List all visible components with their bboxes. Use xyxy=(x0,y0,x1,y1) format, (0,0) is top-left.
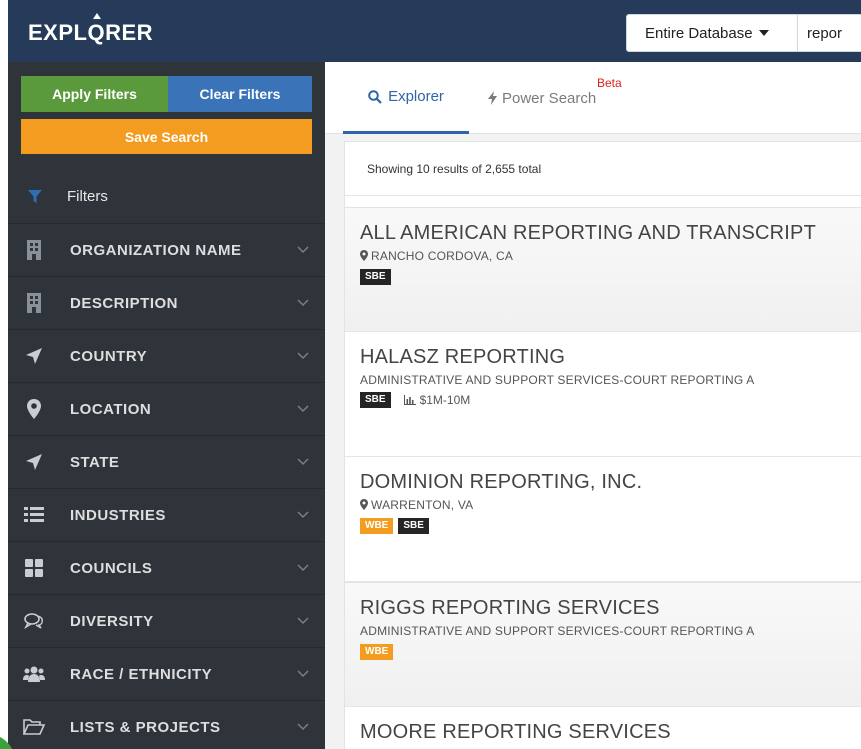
filter-race-ethnicity[interactable]: RACE / ETHNICITY xyxy=(8,648,325,701)
apply-filters-button[interactable]: Apply Filters xyxy=(21,76,168,112)
sbe-badge: SBE xyxy=(398,518,429,534)
green-leaf-icon xyxy=(0,737,12,749)
filter-label: INDUSTRIES xyxy=(70,506,166,524)
top-bar: EXPLQRER Entire Database xyxy=(8,0,861,62)
bolt-icon xyxy=(488,91,497,105)
clear-filters-button[interactable]: Clear Filters xyxy=(168,76,312,112)
building-icon xyxy=(22,239,46,261)
result-card[interactable]: RIGGS REPORTING SERVICES ADMINISTRATIVE … xyxy=(345,582,861,707)
chevron-down-icon xyxy=(297,564,309,572)
filter-label: RACE / ETHNICITY xyxy=(70,665,213,683)
tab-explorer[interactable]: Explorer xyxy=(343,62,469,134)
filter-label: ORGANIZATION NAME xyxy=(70,241,242,259)
tab-power-search-label: Power Search xyxy=(502,89,597,107)
bar-chart-icon xyxy=(403,395,416,405)
main-content: Explorer Power Search Beta Showing 10 re… xyxy=(325,62,861,749)
grid-icon xyxy=(22,557,46,579)
filter-lists-projects[interactable]: LISTS & PROJECTS xyxy=(8,701,325,749)
result-card[interactable]: MOORE REPORTING SERVICES xyxy=(345,707,861,749)
chevron-down-icon xyxy=(297,723,309,731)
filter-label: LOCATION xyxy=(70,400,152,418)
result-location: RANCHO CORDOVA, CA xyxy=(360,249,513,263)
filter-state[interactable]: STATE xyxy=(8,436,325,489)
result-tags: SBE xyxy=(360,269,396,285)
save-search-button[interactable]: Save Search xyxy=(21,119,312,154)
result-location-text: WARRENTON, VA xyxy=(371,498,474,512)
result-card[interactable]: DOMINION REPORTING, INC. WARRENTON, VA W… xyxy=(345,457,861,582)
location-arrow-icon xyxy=(22,451,46,473)
chevron-down-icon xyxy=(297,246,309,254)
result-description: ADMINISTRATIVE AND SUPPORT SERVICES-COUR… xyxy=(360,373,755,387)
sbe-badge: SBE xyxy=(360,392,391,408)
comments-icon xyxy=(22,610,46,632)
chevron-down-icon xyxy=(297,458,309,466)
filter-label: STATE xyxy=(70,453,120,471)
chevron-down-icon xyxy=(297,511,309,519)
database-select[interactable]: Entire Database xyxy=(626,14,798,52)
map-marker-icon xyxy=(22,398,46,420)
filters-label: Filters xyxy=(67,188,108,205)
result-description: ADMINISTRATIVE AND SUPPORT SERVICES-COUR… xyxy=(360,624,755,638)
revenue-text: $1M-10M xyxy=(419,393,471,407)
chevron-down-icon xyxy=(297,670,309,678)
result-location-text: RANCHO CORDOVA, CA xyxy=(371,249,514,263)
tab-power-search[interactable]: Power Search xyxy=(488,62,596,134)
results-summary: Showing 10 results of 2,655 total xyxy=(345,142,861,196)
wbe-badge: WBE xyxy=(360,518,394,534)
chevron-down-icon xyxy=(297,405,309,413)
sbe-badge: SBE xyxy=(360,269,391,285)
result-location: WARRENTON, VA xyxy=(360,498,473,512)
wbe-badge: WBE xyxy=(360,644,394,660)
folder-open-icon xyxy=(22,716,46,738)
result-tags: WBE xyxy=(360,644,398,660)
list-icon xyxy=(22,504,46,526)
filter-location[interactable]: LOCATION xyxy=(8,383,325,436)
filter-icon xyxy=(28,189,42,203)
results-panel: Showing 10 results of 2,655 total ALL AM… xyxy=(344,141,861,749)
filter-label: DIVERSITY xyxy=(70,612,154,630)
search-input[interactable] xyxy=(798,14,861,52)
result-card[interactable]: HALASZ REPORTING ADMINISTRATIVE AND SUPP… xyxy=(345,332,861,457)
filter-label: COUNCILS xyxy=(70,559,153,577)
location-arrow-icon xyxy=(22,345,46,367)
caret-down-icon xyxy=(758,30,769,36)
filter-country[interactable]: COUNTRY xyxy=(8,330,325,383)
filter-menu: ORGANIZATION NAME DESCRIPTION COUNTRY LO… xyxy=(8,224,325,749)
filter-label: LISTS & PROJECTS xyxy=(70,718,221,736)
filter-label: DESCRIPTION xyxy=(70,294,179,312)
building-icon xyxy=(22,292,46,314)
filter-diversity[interactable]: DIVERSITY xyxy=(8,595,325,648)
filter-description[interactable]: DESCRIPTION xyxy=(8,277,325,330)
filter-sidebar: Apply Filters Clear Filters Save Search … xyxy=(8,62,325,749)
search-icon xyxy=(368,89,382,104)
result-name[interactable]: HALASZ REPORTING xyxy=(360,346,565,369)
tab-explorer-label: Explorer xyxy=(388,88,444,105)
filter-organization-name[interactable]: ORGANIZATION NAME xyxy=(8,224,325,277)
page-edge xyxy=(0,0,8,749)
result-name[interactable]: MOORE REPORTING SERVICES xyxy=(360,721,671,744)
explorer-logo[interactable]: EXPLQRER xyxy=(28,13,153,46)
result-card[interactable]: ALL AMERICAN REPORTING AND TRANSCRIPT RA… xyxy=(345,207,861,332)
result-name[interactable]: DOMINION REPORTING, INC. xyxy=(360,471,642,494)
users-icon xyxy=(22,663,46,685)
map-marker-icon xyxy=(360,499,368,510)
filter-label: COUNTRY xyxy=(70,347,148,365)
map-marker-icon xyxy=(360,250,368,261)
beta-badge: Beta xyxy=(597,76,622,90)
chevron-down-icon xyxy=(297,352,309,360)
filter-industries[interactable]: INDUSTRIES xyxy=(8,489,325,542)
filter-councils[interactable]: COUNCILS xyxy=(8,542,325,595)
result-name[interactable]: RIGGS REPORTING SERVICES xyxy=(360,597,660,620)
result-name[interactable]: ALL AMERICAN REPORTING AND TRANSCRIPT xyxy=(360,222,816,245)
filters-header: Filters xyxy=(8,170,325,224)
chevron-down-icon xyxy=(297,617,309,625)
database-select-value: Entire Database xyxy=(645,24,753,42)
revenue-range: $1M-10M xyxy=(403,393,471,407)
result-tags: SBE $1M-10M xyxy=(360,392,470,408)
result-tags: WBE SBE xyxy=(360,518,434,534)
tab-bar: Explorer Power Search Beta xyxy=(325,62,861,134)
chevron-down-icon xyxy=(297,299,309,307)
